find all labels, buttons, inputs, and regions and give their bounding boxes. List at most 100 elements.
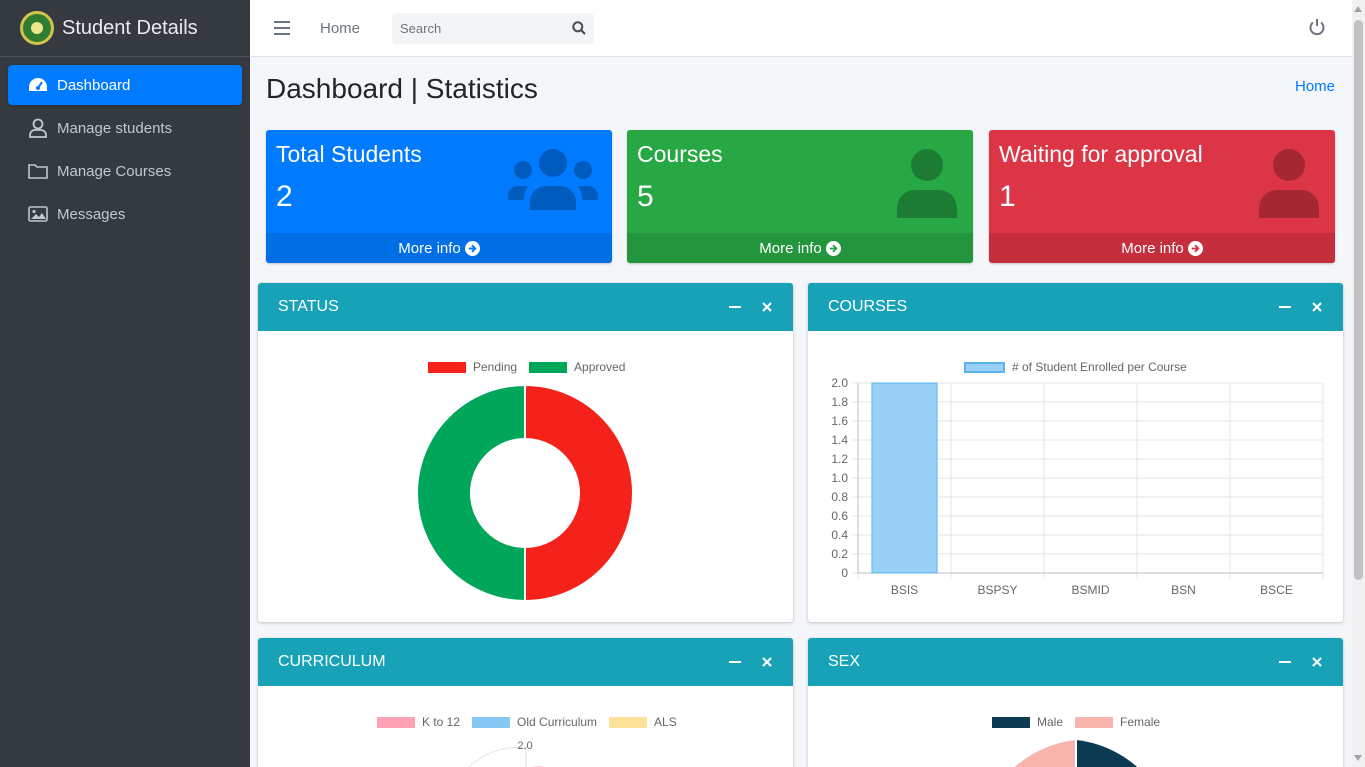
x-tick-label: BSPSY [977,583,1017,597]
speedometer-icon [28,75,48,95]
arrow-circle-right-icon [1187,240,1203,256]
more-info-label: More info [398,239,461,257]
collapse-button[interactable] [1273,652,1297,672]
curriculum-card: CURRICULUM K to 12 Old Curriculum ALS 2.… [258,638,793,767]
box-title: Total Students [276,141,422,167]
y-tick-label: 0.8 [831,490,848,504]
legend-label: K to 12 [422,715,461,729]
x-tick-label: BSIS [891,583,918,597]
sidebar-nav: Dashboard Manage students Manage Courses… [0,57,250,245]
box-value: 1 [999,180,1016,213]
curriculum-legend: K to 12 Old Curriculum ALS [377,715,689,729]
y-tick-label: 0 [841,566,848,580]
y-tick-label: 0.6 [831,509,848,523]
y-tick-label: 1.4 [831,433,848,447]
legend-label: Male [1037,715,1064,729]
more-info-link[interactable]: More info [989,233,1335,263]
sex-legend: Male Female [992,715,1172,729]
pie-slice-male [1076,740,1138,767]
close-icon[interactable] [755,652,779,672]
top-navbar: Home [250,0,1352,57]
sex-card: SEX Male Female [808,638,1343,767]
image-icon [28,204,48,224]
scroll-up-arrow-icon[interactable] [1354,6,1362,12]
card-tools [715,297,779,317]
y-tick-label: 0.2 [831,547,848,561]
nav-home-link[interactable]: Home [320,20,360,37]
brand-title: Student Details [62,16,198,39]
close-icon[interactable] [1305,652,1329,672]
box-value: 2 [276,180,293,213]
scroll-down-arrow-icon[interactable] [1354,755,1362,761]
legend-swatch [992,716,1030,728]
page-scrollbar[interactable] [1352,0,1365,767]
legend-label: Old Curriculum [517,715,598,729]
status-doughnut-chart [416,383,634,603]
legend-swatch [472,716,511,728]
breadcrumb-home[interactable]: Home [1295,78,1335,95]
collapse-button[interactable] [1273,297,1297,317]
bar-bsis [871,382,938,574]
y-tick-label: 1.8 [831,395,848,409]
hamburger-menu-icon[interactable] [274,21,290,35]
search-box [392,12,595,44]
search-icon[interactable] [564,13,594,44]
close-icon[interactable] [1305,297,1329,317]
arrow-circle-right-icon [825,240,841,256]
card-header: CURRICULUM [258,638,793,686]
legend-swatch [1075,716,1114,728]
power-icon[interactable] [1308,18,1328,38]
scroll-thumb[interactable] [1354,20,1363,580]
courses-box: Courses 5 More info [627,130,973,263]
card-header: STATUS [258,283,793,331]
collapse-button[interactable] [723,652,747,672]
legend-label: ALS [654,715,677,729]
search-input[interactable] [392,20,565,36]
box-title: Courses [637,141,723,167]
card-header: SEX [808,638,1343,686]
more-info-link[interactable]: More info [266,233,612,263]
sidebar-item-label: Dashboard [57,76,131,94]
y-tick-label: 0.4 [831,528,848,542]
x-tick-label: BSCE [1260,583,1293,597]
doughnut-slice-pending [524,383,634,603]
card-title: CURRICULUM [278,653,386,670]
user-icon [28,118,48,138]
x-tick-label: BSMID [1071,583,1109,597]
close-icon[interactable] [755,297,779,317]
arrow-circle-right-icon [464,240,480,256]
status-card: STATUS Pending Approved [258,283,793,622]
legend-label: Female [1120,715,1161,729]
courses-card: COURSES # of Student Enrolled per Course… [808,283,1343,622]
sidebar-item-manage-students[interactable]: Manage students [8,108,242,148]
sex-pie-chart [1014,740,1138,767]
brand-logo [20,11,54,45]
card-title: COURSES [828,298,908,315]
box-value: 5 [637,180,654,213]
card-tools [1265,297,1329,317]
more-info-label: More info [1121,239,1184,257]
legend-swatch [377,716,415,728]
sidebar-item-label: Manage Courses [57,162,172,180]
waiting-approval-box: Waiting for approval 1 More info [989,130,1335,263]
user-icon [895,148,959,223]
user-icon [1257,148,1321,223]
sidebar-item-label: Manage students [57,119,173,137]
x-tick-label: BSN [1171,583,1196,597]
sidebar-item-label: Messages [57,205,126,223]
more-info-label: More info [759,239,822,257]
collapse-button[interactable] [723,297,747,317]
more-info-link[interactable]: More info [627,233,973,263]
total-students-box: Total Students 2 More info [266,130,612,263]
sidebar-item-messages[interactable]: Messages [8,194,242,234]
y-tick-label: 1.0 [831,471,848,485]
card-title: SEX [828,653,861,670]
folder-icon [28,161,48,181]
sidebar-item-manage-courses[interactable]: Manage Courses [8,151,242,191]
pie-slice-female [1014,740,1076,767]
sidebar: Student Details Dashboard Manage student… [0,0,250,767]
sidebar-item-dashboard[interactable]: Dashboard [8,65,242,105]
brand[interactable]: Student Details [0,0,250,57]
card-tools [715,652,779,672]
polar-tick-label: 2.0 [517,740,532,752]
